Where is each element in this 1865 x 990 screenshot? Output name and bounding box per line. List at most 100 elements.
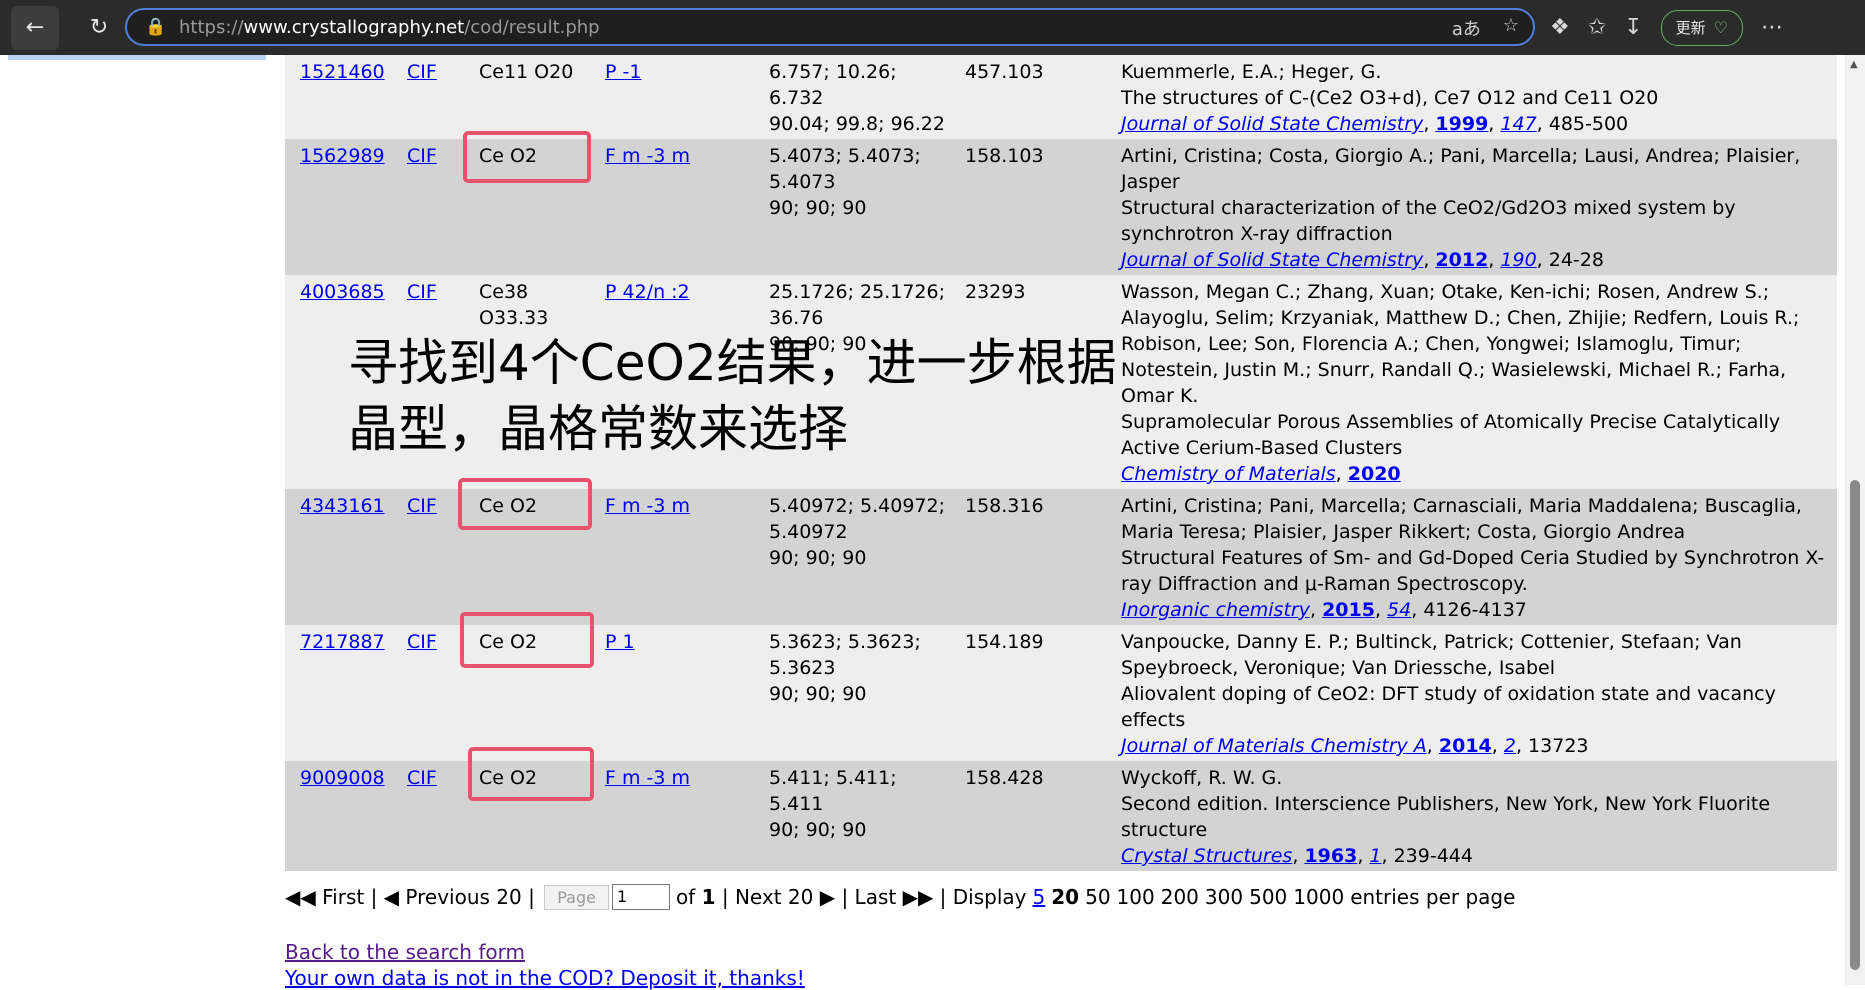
volume-cell: 158.428	[950, 761, 1106, 871]
cod-id-link[interactable]: 1521460	[300, 61, 385, 83]
next-page-link[interactable]: Next 20 ▶	[735, 885, 835, 909]
cod-id-link[interactable]: 7217887	[300, 631, 385, 653]
journal-link[interactable]: Journal of Materials Chemistry A	[1121, 735, 1427, 757]
table-row: 1562989 CIF Ce O2 F m -3 m 5.4073; 5.407…	[285, 139, 1837, 275]
year-link[interactable]: 1999	[1435, 113, 1488, 135]
heartbeat-icon: ♡	[1713, 18, 1728, 37]
back-arrow-icon[interactable]: ←	[11, 5, 59, 50]
cif-link[interactable]: CIF	[407, 145, 437, 167]
cif-link[interactable]: CIF	[407, 61, 437, 83]
reference-cell: Wyckoff, R. W. G. Second edition. Inters…	[1106, 761, 1837, 871]
page-size-200[interactable]: 200	[1161, 885, 1199, 909]
spacegroup-link[interactable]: P 42/n :2	[605, 281, 690, 303]
display-label: Display	[952, 885, 1027, 909]
table-row: 7217887 CIF Ce O2 P 1 5.3623; 5.3623; 5.3…	[285, 625, 1837, 761]
formula-cell: Ce O2	[464, 139, 590, 275]
formula-cell: Ce O2	[464, 625, 590, 761]
page-size-100[interactable]: 100	[1117, 885, 1155, 909]
volume-link[interactable]: 2	[1504, 735, 1516, 757]
update-button[interactable]: 更新 ♡	[1660, 9, 1743, 46]
reference-cell: Artini, Cristina; Costa, Giorgio A.; Pan…	[1106, 139, 1837, 275]
page-size-20: 20	[1051, 885, 1080, 909]
total-pages: 1	[701, 885, 716, 909]
spacegroup-link[interactable]: F m -3 m	[605, 495, 690, 517]
of-label: of	[675, 885, 696, 909]
more-menu-icon[interactable]: ⋯	[1761, 15, 1784, 40]
journal-link[interactable]: Chemistry of Materials	[1121, 463, 1336, 485]
year-link[interactable]: 1963	[1304, 845, 1357, 867]
read-aloud-icon[interactable]: aあ	[1452, 15, 1481, 41]
journal-link[interactable]: Crystal Structures	[1121, 845, 1292, 867]
cif-link[interactable]: CIF	[407, 495, 437, 517]
year-link[interactable]: 2020	[1348, 463, 1401, 485]
first-page-link[interactable]: ◀◀ First	[285, 885, 364, 909]
vertical-scrollbar[interactable]: ▲	[1845, 55, 1865, 985]
journal-link[interactable]: Inorganic chemistry	[1121, 599, 1310, 621]
volume-cell: 158.316	[950, 489, 1106, 625]
page-number-input[interactable]: 1	[611, 884, 670, 910]
cod-id-link[interactable]: 1562989	[300, 145, 385, 167]
pagination: ◀◀ First | ◀ Previous 20 | Page 1 of 1 |…	[285, 884, 1516, 910]
formula-cell: Ce11 O20	[464, 55, 590, 139]
cif-link[interactable]: CIF	[407, 767, 437, 789]
favorite-star-icon[interactable]: ☆	[1503, 15, 1519, 41]
journal-link[interactable]: Journal of Solid State Chemistry	[1121, 249, 1423, 271]
volume-link[interactable]: 147	[1500, 113, 1536, 135]
spacegroup-link[interactable]: P 1	[605, 631, 635, 653]
cell-params: 5.4073; 5.4073; 5.4073 90; 90; 90	[754, 139, 950, 275]
scroll-thumb[interactable]	[1850, 480, 1860, 970]
reference-cell: Wasson, Megan C.; Zhang, Xuan; Otake, Ke…	[1106, 275, 1837, 489]
previous-page-link[interactable]: ◀ Previous 20	[384, 885, 522, 909]
page-size-5[interactable]: 5	[1033, 885, 1046, 909]
address-bar[interactable]: 🔒 https://www.crystallography.net/cod/re…	[125, 8, 1535, 46]
journal-link[interactable]: Journal of Solid State Chemistry	[1121, 113, 1423, 135]
year-link[interactable]: 2014	[1439, 735, 1492, 757]
page-size-300[interactable]: 300	[1205, 885, 1243, 909]
cod-id-link[interactable]: 9009008	[300, 767, 385, 789]
extensions-icon[interactable]: ❖	[1550, 15, 1570, 40]
volume-link[interactable]: 1	[1369, 845, 1381, 867]
url-text: https://www.crystallography.net/cod/resu…	[179, 16, 600, 38]
annotation-text: 寻找到4个CeO2结果，进一步根据 晶型，晶格常数来选择	[348, 334, 1117, 458]
year-link[interactable]: 2012	[1435, 249, 1488, 271]
scroll-up-icon[interactable]: ▲	[1850, 59, 1858, 70]
reference-cell: Kuemmerle, E.A.; Heger, G. The structure…	[1106, 55, 1837, 139]
page-button[interactable]: Page	[544, 884, 609, 910]
formula-cell: Ce O2	[464, 489, 590, 625]
sidebar-accent	[8, 55, 266, 60]
cif-link[interactable]: CIF	[407, 631, 437, 653]
spacegroup-link[interactable]: F m -3 m	[605, 767, 690, 789]
browser-toolbar: ← ↻ 🔒 https://www.crystallography.net/co…	[0, 0, 1865, 55]
downloads-icon[interactable]: ↧	[1624, 15, 1642, 40]
volume-cell: 158.103	[950, 139, 1106, 275]
favorites-icon[interactable]: ✩	[1588, 15, 1606, 40]
reload-icon[interactable]: ↻	[75, 6, 123, 50]
cell-params: 5.3623; 5.3623; 5.3623 90; 90; 90	[754, 625, 950, 761]
cell-params: 6.757; 10.26; 6.732 90.04; 99.8; 96.22	[754, 55, 950, 139]
reference-cell: Artini, Cristina; Pani, Marcella; Carnas…	[1106, 489, 1837, 625]
spacegroup-link[interactable]: P -1	[605, 61, 641, 83]
update-label: 更新	[1675, 19, 1706, 37]
volume-link[interactable]: 190	[1500, 249, 1536, 271]
lock-icon: 🔒	[145, 17, 167, 37]
page-size-1000[interactable]: 1000	[1293, 885, 1344, 909]
volume-cell: 154.189	[950, 625, 1106, 761]
deposit-link[interactable]: Your own data is not in the COD? Deposit…	[285, 966, 805, 990]
cod-id-link[interactable]: 4343161	[300, 495, 385, 517]
cell-params: 5.411; 5.411; 5.411 90; 90; 90	[754, 761, 950, 871]
volume-link[interactable]: 54	[1387, 599, 1411, 621]
page-size-500[interactable]: 500	[1249, 885, 1287, 909]
results-table: 1521460 CIF Ce11 O20 P -1 6.757; 10.26; …	[285, 55, 1837, 871]
volume-cell: 457.103	[950, 55, 1106, 139]
cod-id-link[interactable]: 4003685	[300, 281, 385, 303]
back-to-search-link[interactable]: Back to the search form	[285, 940, 525, 964]
page-size-50[interactable]: 50	[1085, 885, 1110, 909]
last-page-link[interactable]: Last ▶▶	[855, 885, 934, 909]
year-link[interactable]: 2015	[1322, 599, 1375, 621]
table-row: 9009008 CIF Ce O2 F m -3 m 5.411; 5.411;…	[285, 761, 1837, 871]
spacegroup-link[interactable]: F m -3 m	[605, 145, 690, 167]
cif-link[interactable]: CIF	[407, 281, 437, 303]
cell-params: 5.40972; 5.40972; 5.40972 90; 90; 90	[754, 489, 950, 625]
table-row: 1521460 CIF Ce11 O20 P -1 6.757; 10.26; …	[285, 55, 1837, 139]
page-size-suffix: entries per page	[1350, 885, 1516, 909]
